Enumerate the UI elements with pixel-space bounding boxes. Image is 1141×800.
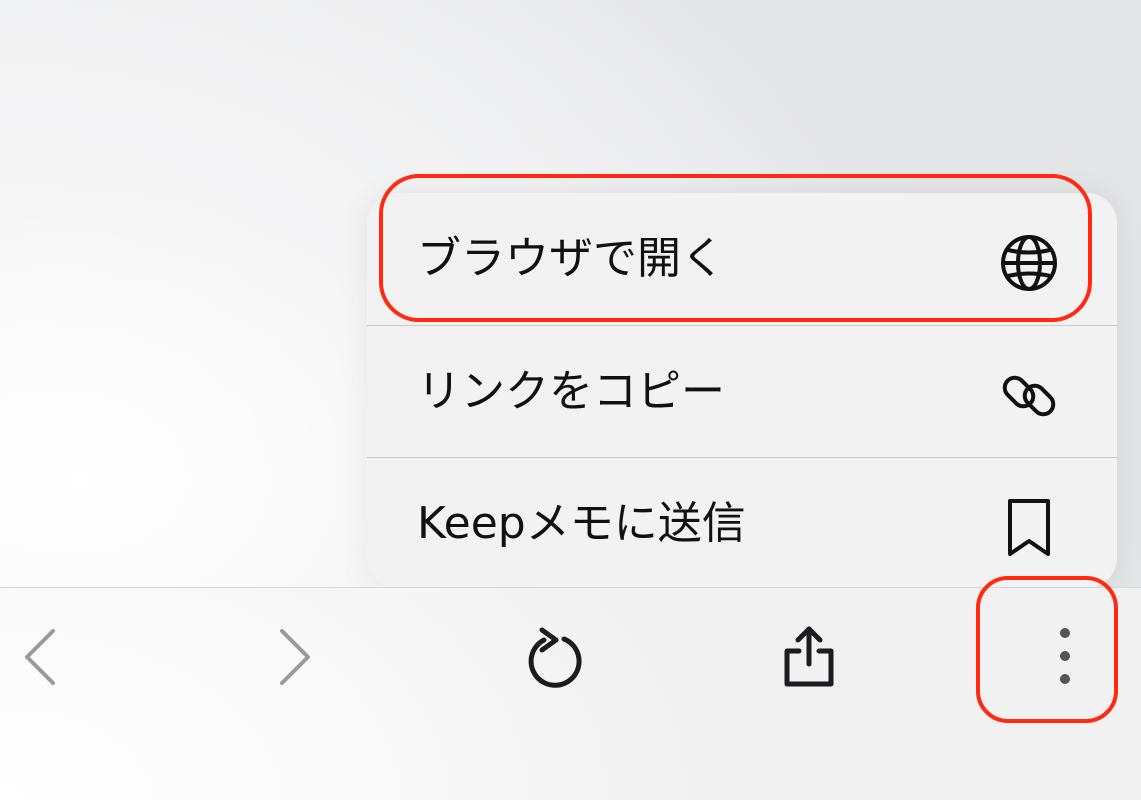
reload-icon bbox=[528, 627, 582, 688]
back-button[interactable] bbox=[0, 612, 83, 702]
menu-item-label: Keepメモに送信 bbox=[417, 498, 746, 549]
chevron-left-icon bbox=[25, 629, 55, 685]
chevron-right-icon bbox=[280, 629, 310, 685]
share-button[interactable] bbox=[764, 612, 854, 702]
forward-button[interactable] bbox=[248, 612, 338, 702]
share-icon bbox=[784, 626, 834, 687]
highlight-more-button bbox=[976, 576, 1118, 723]
reload-button[interactable] bbox=[506, 612, 596, 702]
menu-item-copy-link[interactable]: リンクをコピー bbox=[367, 325, 1117, 458]
menu-item-label: リンクをコピー bbox=[417, 366, 725, 417]
link-icon bbox=[997, 364, 1061, 428]
bottom-toolbar bbox=[0, 587, 1141, 800]
bookmark-icon bbox=[997, 496, 1061, 560]
menu-item-send-to-keep[interactable]: Keepメモに送信 bbox=[367, 457, 1117, 588]
highlight-open-in-browser bbox=[379, 174, 1092, 322]
